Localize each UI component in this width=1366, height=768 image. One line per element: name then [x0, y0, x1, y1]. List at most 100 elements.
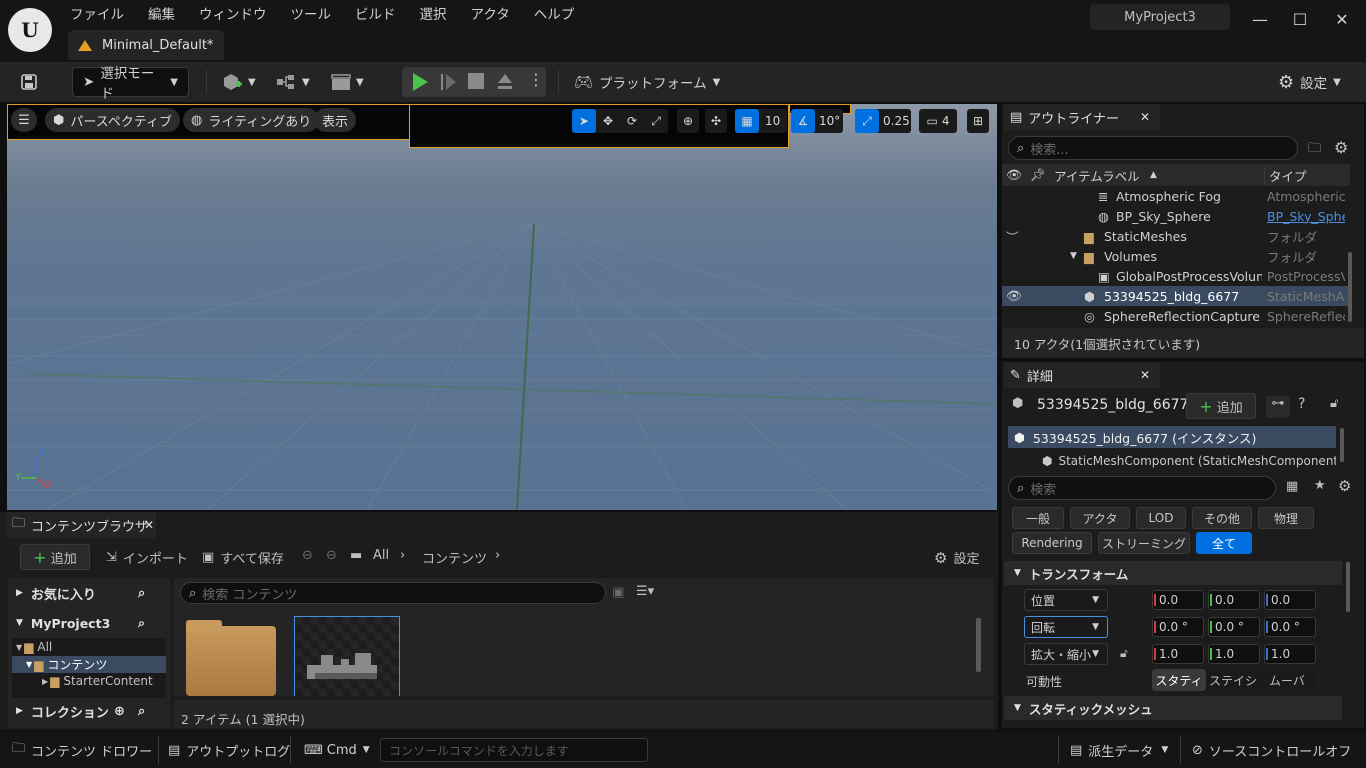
- outliner-row[interactable]: ◍ BP_Sky_Sphere BP_Sky_Sphe: [1002, 206, 1350, 226]
- outliner-row[interactable]: ︶ ▆ StaticMeshes フォルダ: [1002, 226, 1350, 246]
- gear-icon[interactable]: ⚙: [1338, 477, 1351, 495]
- import-button[interactable]: ⇲ インポート: [106, 548, 188, 567]
- cb-add-button[interactable]: + 追加: [20, 544, 90, 570]
- component-child-row[interactable]: ⬢ StaticMeshComponent (StaticMeshCompone…: [1008, 450, 1336, 472]
- cb-settings-button[interactable]: ⚙ 設定: [934, 548, 979, 568]
- menu-help[interactable]: ヘルプ: [522, 4, 587, 26]
- more-options-icon[interactable]: ⋮: [528, 70, 544, 89]
- derived-data-button[interactable]: ▤ 派生データ ▼: [1070, 738, 1168, 762]
- scale-dropdown[interactable]: 拡大・縮小 ▼: [1024, 643, 1108, 665]
- search-icon[interactable]: ⌕: [138, 586, 145, 601]
- details-search-input[interactable]: ⌕ 検索: [1008, 476, 1276, 500]
- close-tab-icon[interactable]: ✕: [144, 518, 154, 532]
- mobility-movable[interactable]: ムーバ: [1260, 672, 1314, 689]
- expand-arrow-icon[interactable]: ▼: [1070, 251, 1077, 261]
- asset-folder[interactable]: [186, 616, 276, 696]
- level-tab[interactable]: Minimal_Default*: [68, 30, 224, 60]
- output-log-button[interactable]: ▤ アウトプットログ: [168, 738, 290, 762]
- outliner-row-selected[interactable]: 👁︎ ⬢ 53394525_bldg_6677 StaticMeshAc: [1002, 286, 1350, 306]
- menu-window[interactable]: ウィンドウ: [187, 4, 279, 26]
- star-icon[interactable]: ★: [1314, 478, 1326, 493]
- camera-speed-button[interactable]: ▭ 4: [919, 109, 957, 133]
- search-icon[interactable]: ⌕: [138, 615, 145, 631]
- rotation-x[interactable]: 0.0 °: [1152, 617, 1204, 637]
- hidden-eye-icon[interactable]: ︶: [1006, 227, 1019, 246]
- mobility-static[interactable]: スタティ: [1152, 669, 1206, 691]
- gear-icon[interactable]: ⚙: [1334, 138, 1348, 157]
- close-tab-icon[interactable]: ✕: [1140, 110, 1150, 124]
- rotation-snap-button[interactable]: ∡ 10°: [791, 109, 843, 133]
- scale-y[interactable]: 1.0: [1208, 644, 1260, 664]
- rotation-y[interactable]: 0.0 °: [1208, 617, 1260, 637]
- platforms-button[interactable]: 🎮︎ プラットフォーム ▼: [574, 67, 720, 97]
- eye-icon[interactable]: 👁︎: [1006, 288, 1022, 304]
- move-tool-icon[interactable]: ✥: [596, 114, 620, 128]
- grid-snap-button[interactable]: ▦ 10: [735, 109, 787, 133]
- help-icon[interactable]: ?: [1298, 396, 1305, 412]
- components-scrollbar[interactable]: [1340, 428, 1344, 462]
- cinematics-button[interactable]: ▼: [330, 67, 364, 97]
- outliner-row[interactable]: ▣ GlobalPostProcessVolun PostProcessV: [1002, 266, 1350, 286]
- actor-name[interactable]: 53394525_bldg_6677: [1037, 397, 1188, 413]
- scale-snap-button[interactable]: ⤢ 0.25: [855, 109, 911, 133]
- details-tab[interactable]: ✎ 詳細 ✕: [1004, 362, 1160, 388]
- location-x[interactable]: 0.0: [1152, 590, 1204, 610]
- forward-icon[interactable]: ⊖: [326, 548, 337, 563]
- scale-lock-icon[interactable]: 🔓︎: [1120, 646, 1128, 661]
- table-view-icon[interactable]: ▦: [1286, 479, 1298, 494]
- col-type[interactable]: タイプ: [1264, 165, 1307, 185]
- scale-z[interactable]: 1.0: [1264, 644, 1316, 664]
- filter-physics[interactable]: 物理: [1258, 507, 1314, 529]
- outliner-tab[interactable]: ▤ アウトライナー ✕: [1004, 104, 1160, 130]
- select-tool-icon[interactable]: ➤: [572, 109, 596, 133]
- mobility-stationary[interactable]: ステイシ: [1206, 672, 1260, 689]
- tree-item-all[interactable]: ▼ ▆ All: [16, 640, 52, 654]
- location-z[interactable]: 0.0: [1264, 590, 1316, 610]
- save-search-icon[interactable]: ▣: [612, 585, 624, 600]
- content-drawer-button[interactable]: 🗀 コンテンツ ドロワー: [12, 738, 152, 762]
- filter-actor[interactable]: アクタ: [1070, 507, 1130, 529]
- filter-rendering[interactable]: Rendering: [1012, 532, 1092, 554]
- row-type-link[interactable]: BP_Sky_Sphe: [1267, 209, 1345, 224]
- outliner-row[interactable]: ≣ Atmospheric Fog AtmosphericF: [1002, 186, 1350, 206]
- filter-streaming[interactable]: ストリーミング: [1098, 532, 1190, 554]
- tree-item-content[interactable]: ▼ ▆ コンテンツ: [12, 656, 166, 673]
- add-actor-button[interactable]: ▼: [222, 67, 256, 97]
- search-icon[interactable]: ⌕: [138, 704, 145, 719]
- maximize-icon[interactable]: ☐: [1288, 8, 1312, 32]
- filter-all[interactable]: 全て: [1196, 532, 1252, 554]
- asset-static-mesh-thumbnail[interactable]: [294, 616, 400, 700]
- tree-item-starter[interactable]: ▶ ▆ StarterContent: [42, 674, 153, 688]
- collections-header[interactable]: ▶ コレクション ⊕ ⌕: [8, 698, 170, 724]
- console-input[interactable]: コンソールコマンドを入力します: [380, 738, 648, 762]
- content-browser-tab[interactable]: 🗀 コンテンツブラウザ ✕: [6, 512, 156, 538]
- component-root-row[interactable]: ⬢ 53394525_bldg_6677 (インスタンス): [1008, 426, 1336, 448]
- layout-icon[interactable]: ⊞: [967, 109, 989, 133]
- favorites-header[interactable]: ▶ お気に入り ⌕: [8, 580, 170, 606]
- col-item-label[interactable]: アイテムラベル: [1054, 166, 1140, 185]
- save-icon[interactable]: [16, 67, 42, 97]
- path-content[interactable]: コンテンツ: [422, 548, 487, 567]
- save-all-button[interactable]: ▣ すべて保存: [202, 548, 284, 567]
- select-mode-button[interactable]: ➤ 選択モード ▼: [72, 66, 189, 102]
- path-all[interactable]: All: [373, 548, 389, 563]
- menu-select[interactable]: 選択: [408, 4, 459, 26]
- source-control-button[interactable]: ⊘ ソースコントロールオフ: [1192, 738, 1351, 762]
- blueprint-icon[interactable]: ⊶: [1266, 396, 1290, 418]
- back-icon[interactable]: ⊖: [302, 548, 313, 563]
- static-mesh-section-header[interactable]: ▼ スタティックメッシュ: [1004, 696, 1342, 720]
- filter-icon[interactable]: ☰▾: [636, 584, 654, 599]
- unlock-icon[interactable]: 🔓︎: [1330, 396, 1338, 411]
- transform-section-header[interactable]: ▼ トランスフォーム: [1004, 561, 1342, 585]
- filter-general[interactable]: 一般: [1012, 507, 1064, 529]
- menu-build[interactable]: ビルド: [343, 4, 408, 26]
- outliner-row[interactable]: ▼ ▆ Volumes フォルダ: [1002, 246, 1350, 266]
- close-tab-icon[interactable]: ✕: [1140, 368, 1150, 382]
- details-scrollbar[interactable]: [1346, 562, 1350, 612]
- location-y[interactable]: 0.0: [1208, 590, 1260, 610]
- show-button[interactable]: 表示: [314, 108, 357, 132]
- level-viewport[interactable]: ☰ ⬢ パースペクティブ ◍ ライティングあり 表示 ➤ ✥ ⟳ ⤢ ⊕ ✣ ▦…: [7, 104, 997, 510]
- rotation-z[interactable]: 0.0 °: [1264, 617, 1316, 637]
- filter-misc[interactable]: その他: [1192, 507, 1252, 529]
- location-dropdown[interactable]: 位置 ▼: [1024, 589, 1108, 611]
